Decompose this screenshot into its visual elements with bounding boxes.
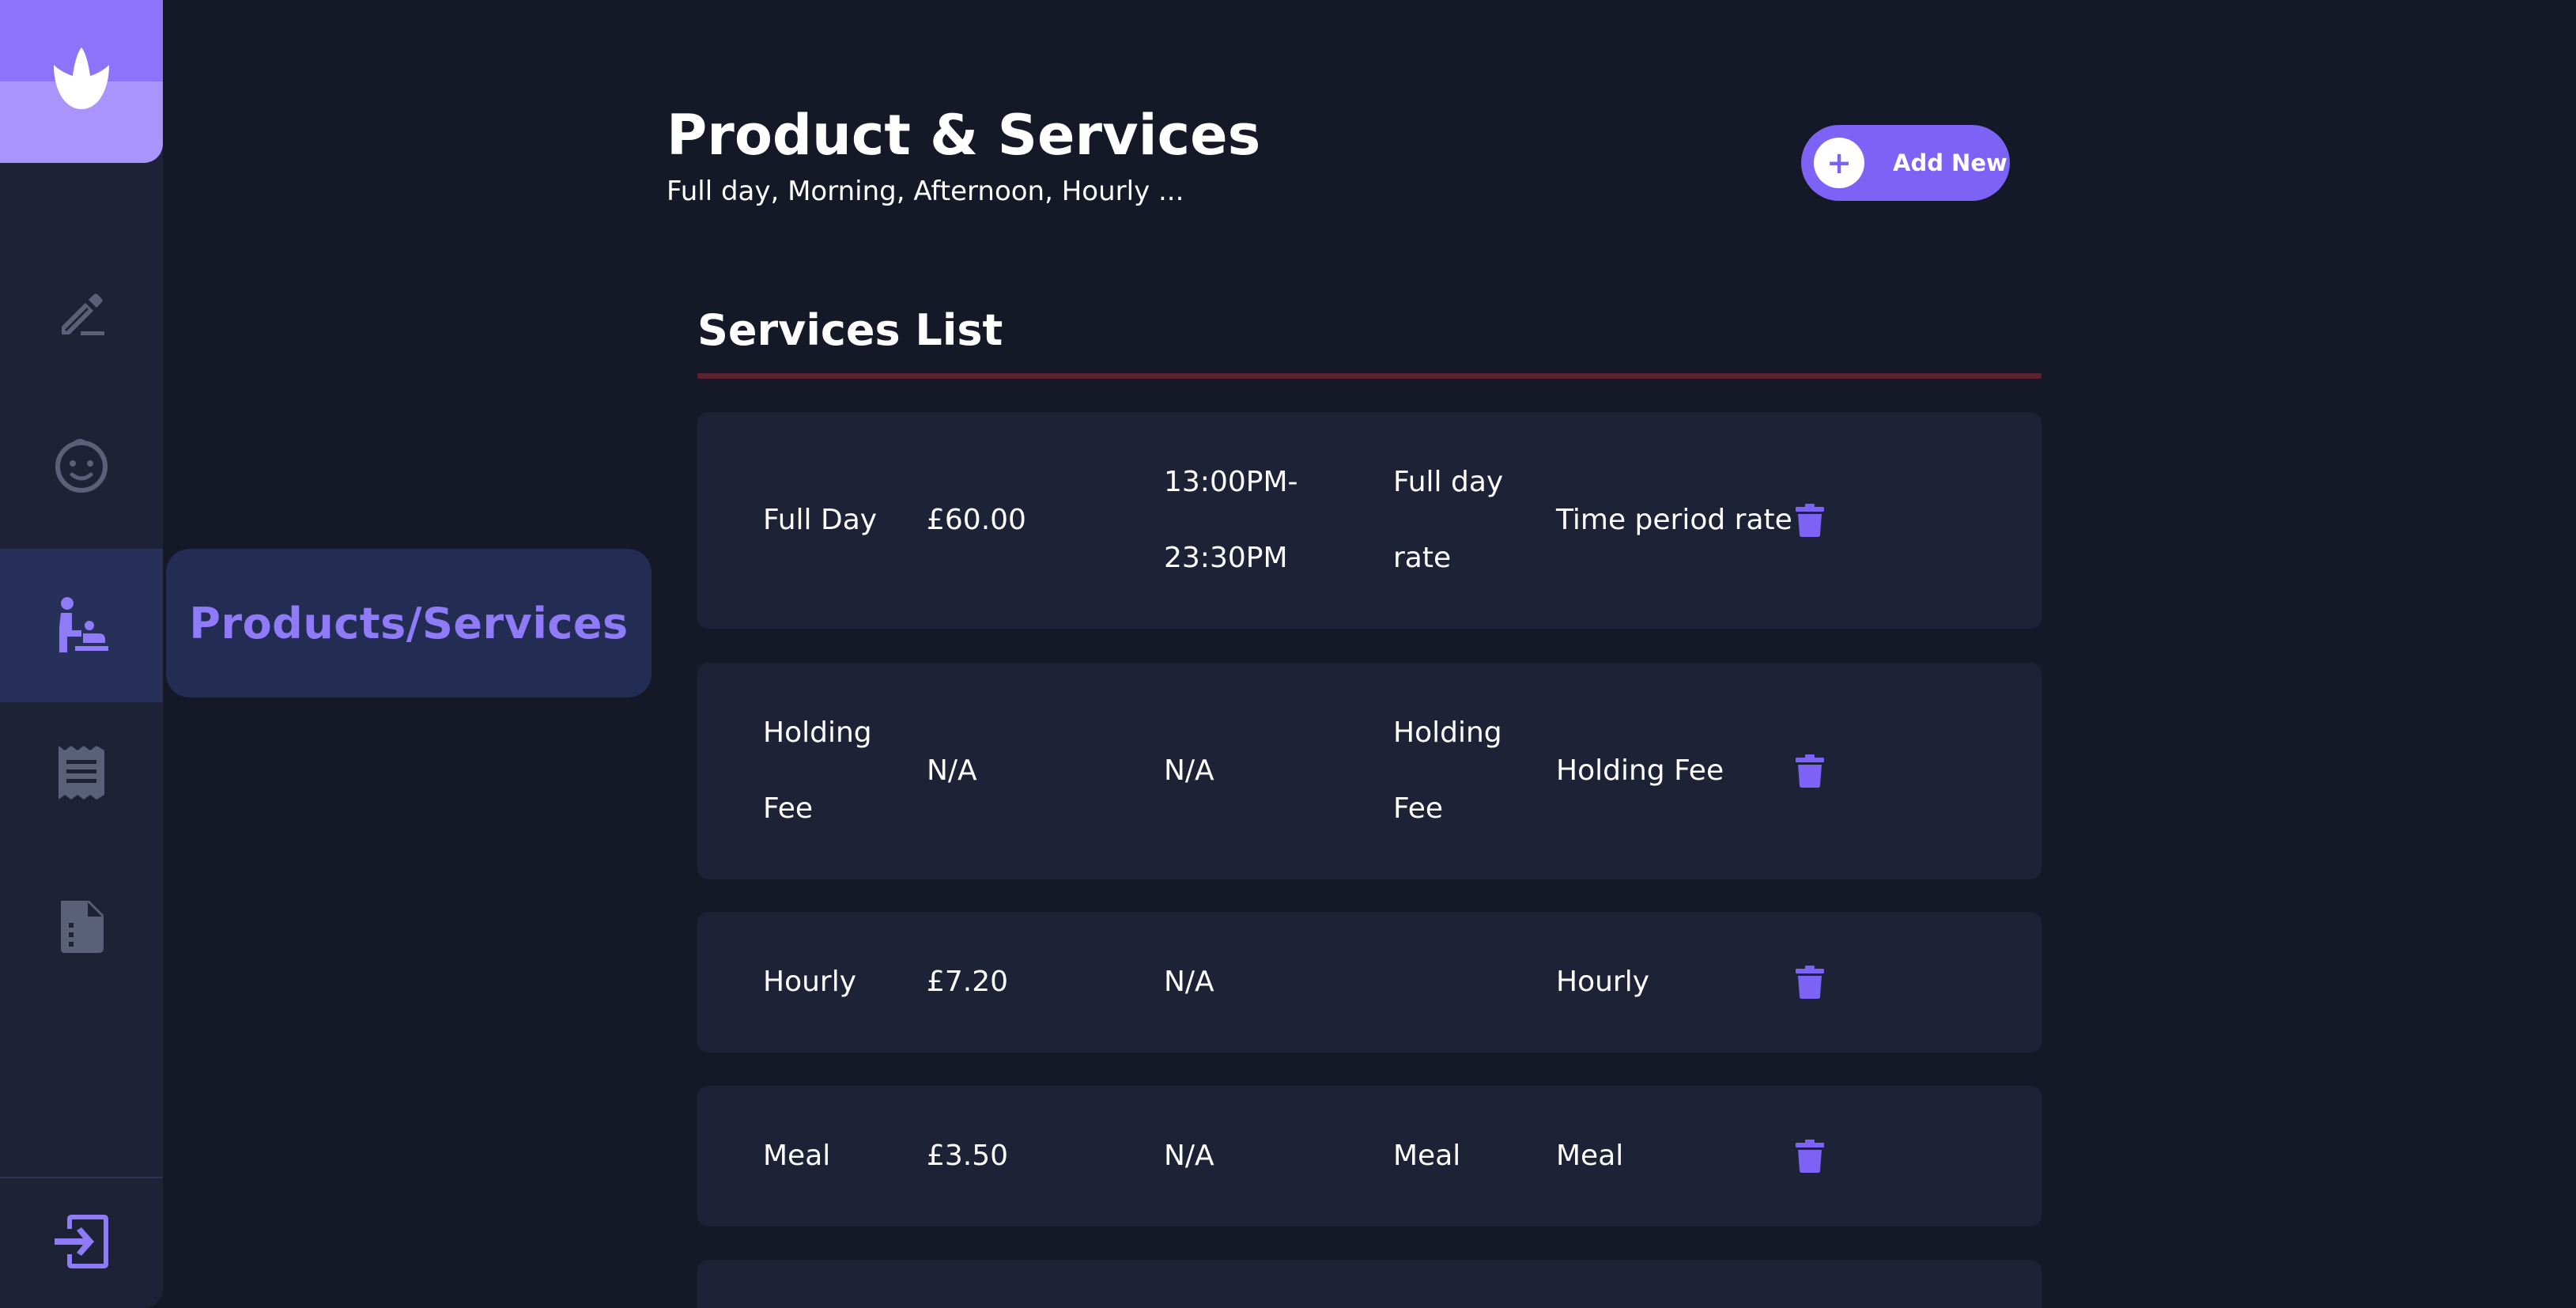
sidebar-item-edit[interactable]	[0, 235, 163, 388]
sidebar-item-products-services[interactable]	[0, 549, 163, 702]
logo[interactable]	[0, 0, 163, 163]
plus-icon: +	[1814, 138, 1864, 188]
delete-button[interactable]	[1790, 412, 1830, 629]
active-nav-label-text: Products/Services	[189, 598, 629, 648]
service-time: N/A	[1164, 754, 1214, 787]
service-rate: Holding Fee	[1556, 754, 1724, 787]
section-divider	[697, 373, 2042, 379]
trash-icon	[1796, 504, 1824, 537]
service-name: Holding Fee	[763, 716, 872, 825]
service-rate: Time period rate	[1556, 504, 1792, 536]
service-time: N/A	[1164, 966, 1214, 998]
trash-icon	[1796, 754, 1824, 788]
logout-button[interactable]	[0, 1178, 163, 1305]
page-subtitle: Full day, Morning, Afternoon, Hourly ...	[667, 176, 1184, 207]
logout-icon	[55, 1215, 108, 1268]
service-price: £60.00	[927, 504, 1026, 536]
delete-button[interactable]	[1790, 663, 1830, 879]
sidebar-item-invoices[interactable]	[0, 696, 163, 849]
service-type	[1393, 912, 1535, 1053]
service-name: Meal	[763, 1140, 831, 1172]
childcare-icon	[59, 597, 108, 652]
service-name: Full Day	[763, 504, 878, 536]
service-time: N/A	[1164, 1140, 1214, 1172]
service-rate: Hourly	[1556, 966, 1650, 998]
service-price: N/A	[927, 754, 977, 787]
service-time: 13:00PM-23:30PM	[1164, 466, 1298, 574]
service-type: Holding Fee	[1393, 716, 1502, 825]
service-type: Full day rate	[1393, 466, 1504, 574]
tulip-logo-icon	[54, 47, 109, 109]
service-row[interactable]: Holding Fee N/A N/A Holding Fee Holding …	[697, 663, 2042, 879]
page-title: Product & Services	[667, 103, 1261, 168]
trash-icon	[1796, 1140, 1824, 1173]
sidebar-item-children[interactable]	[0, 388, 163, 542]
delete-button[interactable]	[1790, 1086, 1830, 1227]
service-row[interactable]: Meal £3.50 N/A Meal Meal	[697, 1086, 2042, 1227]
sidebar	[0, 0, 163, 1308]
service-row[interactable]: Full Day £60.00 13:00PM-23:30PM Full day…	[697, 412, 2042, 629]
delete-button[interactable]	[1790, 912, 1830, 1053]
service-price: £3.50	[927, 1140, 1009, 1172]
service-type: Meal	[1393, 1140, 1461, 1172]
service-rate: Meal	[1556, 1140, 1624, 1172]
service-price: £7.20	[927, 966, 1009, 998]
pencil-icon	[62, 293, 104, 335]
add-new-label: Add New	[1893, 149, 2008, 176]
active-nav-label: Products/Services	[166, 549, 652, 697]
baby-face-icon	[55, 438, 108, 493]
services-list-title: Services List	[697, 305, 1003, 355]
service-name: Hourly	[763, 966, 857, 998]
service-row[interactable]	[697, 1260, 2042, 1308]
receipt-icon	[59, 746, 104, 800]
document-icon	[61, 901, 104, 953]
service-row[interactable]: Hourly £7.20 N/A Hourly	[697, 912, 2042, 1053]
add-new-button[interactable]: + Add New	[1801, 125, 2010, 201]
trash-icon	[1796, 966, 1824, 999]
sidebar-item-documents[interactable]	[0, 849, 163, 1003]
